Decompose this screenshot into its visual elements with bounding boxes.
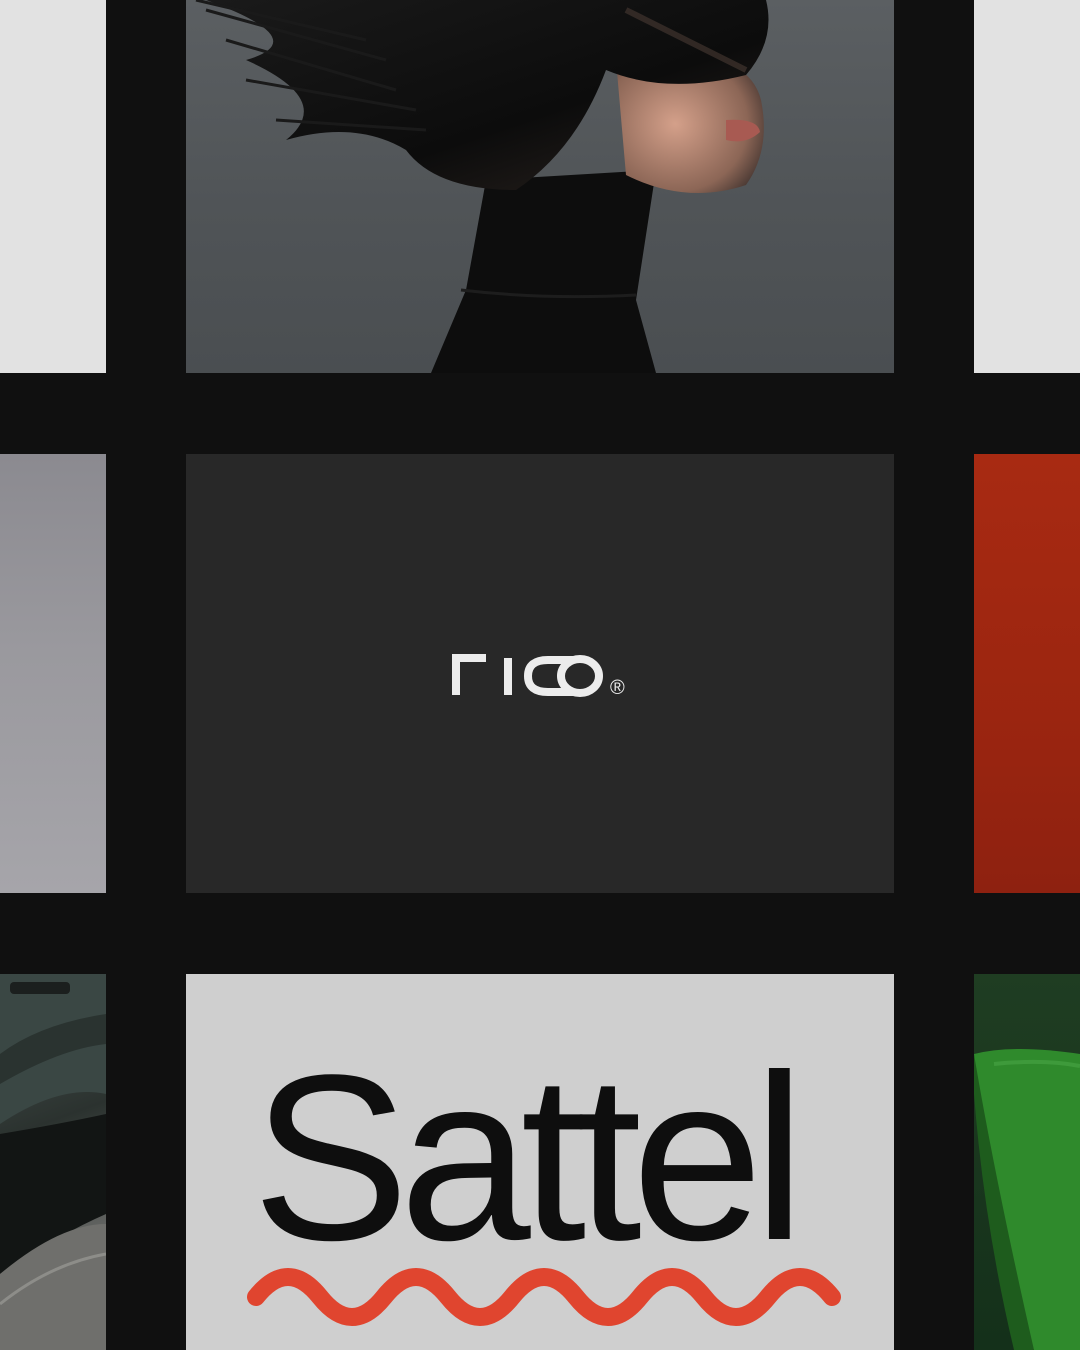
tile-portrait-photo — [186, 0, 894, 373]
green-fabric-illustration — [974, 1049, 1080, 1350]
portrait-illustration — [195, 0, 769, 373]
rico-logo: ® — [452, 654, 625, 699]
tile-red-panel — [974, 454, 1080, 893]
tile-green-fabric-photo — [974, 974, 1080, 1350]
rico-logo-mark — [452, 654, 574, 696]
tile-car-detail-photo — [0, 974, 106, 1350]
tile-rico-logo-card: ® — [186, 454, 894, 893]
tile-light-panel-right — [974, 0, 1080, 373]
tile-gray-gradient-panel — [0, 454, 106, 893]
squiggle-underline — [247, 1268, 841, 1326]
tile-sattel-wordmark-card: Sattel — [186, 974, 894, 1350]
car-illustration — [0, 974, 106, 1350]
registered-mark: ® — [610, 677, 625, 699]
tile-light-panel-left — [0, 0, 106, 373]
